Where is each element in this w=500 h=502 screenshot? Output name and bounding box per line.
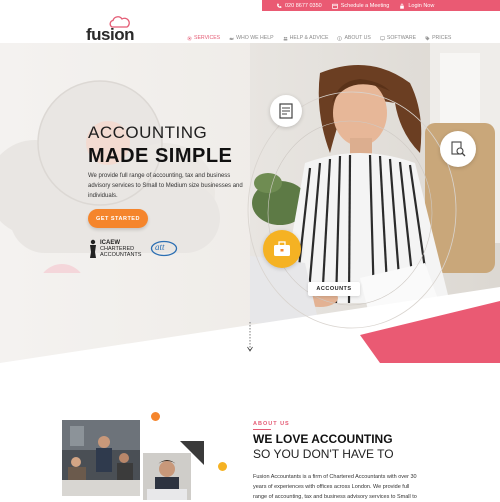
about-photo-man-laptop (143, 453, 191, 500)
nav-item-software[interactable]: SOFTWARE (380, 35, 416, 41)
handshake-icon (229, 37, 234, 40)
login-link[interactable]: Login Now (399, 3, 434, 9)
nav-label: SERVICES (194, 35, 221, 41)
phone-link[interactable]: 020 8677 0350 (276, 3, 322, 9)
hero-title-line2: MADE SIMPLE (88, 145, 233, 167)
logo-name: fusion (86, 25, 135, 44)
nav-item-who-we-help[interactable]: WHO WE HELP (229, 35, 274, 41)
gear-icon (187, 35, 192, 41)
monitor-icon (380, 36, 385, 40)
about-body-text: Fusion Accountants is a firm of Chartere… (253, 474, 417, 500)
icaew-accreditation: ICAEW CHARTERED ACCOUNTANTS (88, 239, 141, 259)
nav-item-services[interactable]: SERVICES (187, 35, 220, 41)
decorative-yellow-dot (218, 462, 227, 471)
get-started-button[interactable]: GET STARTED (88, 209, 148, 228)
calendar-icon (331, 3, 338, 9)
nav-item-about-us[interactable]: ABOUT US (337, 35, 371, 41)
nav-label: ABOUT US (344, 35, 371, 41)
search-document-icon (451, 141, 466, 157)
hero-description: We provide full range of accounting, tax… (88, 173, 243, 199)
search-document-icon-button[interactable] (440, 131, 476, 167)
nav-label: HELP & ADVICE (289, 35, 329, 41)
main-nav: SERVICES WHO WE HELP HELP & ADVICE ABOUT… (187, 35, 451, 41)
hero-orbit-graphic (247, 91, 457, 329)
info-icon (337, 35, 343, 41)
nav-label: SOFTWARE (386, 35, 417, 41)
nav-item-help-advice[interactable]: HELP & ADVICE (283, 35, 329, 41)
document-icon (279, 103, 293, 119)
schedule-meeting-link[interactable]: Schedule a Meeting (331, 2, 390, 9)
schedule-meeting-label: Schedule a Meeting (340, 2, 390, 9)
price-tag-icon (425, 36, 430, 40)
briefcase-icon-button[interactable] (263, 230, 301, 268)
about-kicker: ABOUT US (253, 421, 290, 427)
nav-label: WHO WE HELP (236, 35, 274, 41)
phone-icon (277, 3, 282, 8)
phone-number: 020 8677 0350 (285, 2, 322, 9)
hero-section: ACCOUNTS ACCOUNTING MADE SIMPLE We provi… (0, 43, 500, 363)
att-text: att (155, 242, 165, 252)
about-photo-team-meeting (62, 420, 140, 496)
icaew-figure-icon (90, 239, 96, 258)
icaew-line3: ACCOUNTANTS (100, 252, 142, 258)
about-kicker-underline (253, 429, 271, 430)
about-title-line2: SO YOU DON'T HAVE TO (253, 447, 394, 461)
lock-icon (400, 3, 405, 9)
people-icon (283, 36, 288, 40)
site-header: fusion ACCOUNTANTS SERVICES WHO WE HELP … (0, 11, 500, 48)
briefcase-icon (274, 241, 290, 256)
nav-item-prices[interactable]: PRICES (425, 35, 451, 41)
att-accreditation-logo: att (150, 240, 178, 257)
login-label: Login Now (408, 2, 435, 9)
top-utility-bar: 020 8677 0350 Schedule a Meeting Login N… (262, 0, 500, 11)
accounts-orbit-label: ACCOUNTS (308, 282, 360, 296)
decorative-orange-dot (151, 412, 160, 421)
scroll-down-arrow-icon[interactable] (246, 322, 254, 354)
hero-title-line1: ACCOUNTING (88, 123, 208, 142)
document-icon-button[interactable] (270, 95, 302, 127)
nav-label: PRICES (432, 35, 452, 41)
about-title-line1: WE LOVE ACCOUNTING (253, 432, 393, 446)
icaew-text: ICAEW CHARTERED ACCOUNTANTS (100, 240, 141, 258)
